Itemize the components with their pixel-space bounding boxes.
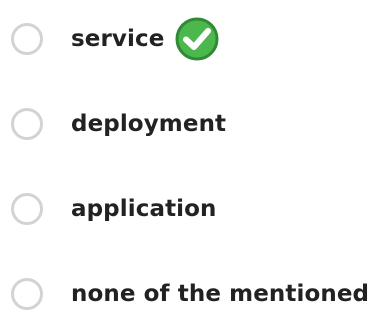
- option-application[interactable]: application: [0, 181, 217, 237]
- radio-button[interactable]: [11, 278, 43, 310]
- radio-button[interactable]: [11, 193, 43, 225]
- option-service[interactable]: service: [0, 11, 222, 67]
- option-label: service: [71, 26, 165, 52]
- option-label: deployment: [71, 111, 227, 137]
- radio-button[interactable]: [11, 108, 43, 140]
- option-label: none of the mentioned: [71, 281, 370, 307]
- answer-options: service deployment application none of t…: [0, 0, 386, 313]
- option-deployment[interactable]: deployment: [0, 96, 226, 152]
- option-label: application: [71, 196, 217, 222]
- radio-button[interactable]: [11, 23, 43, 55]
- option-none-of-the-mentioned[interactable]: none of the mentioned: [0, 266, 369, 313]
- check-circle-icon: [175, 17, 219, 61]
